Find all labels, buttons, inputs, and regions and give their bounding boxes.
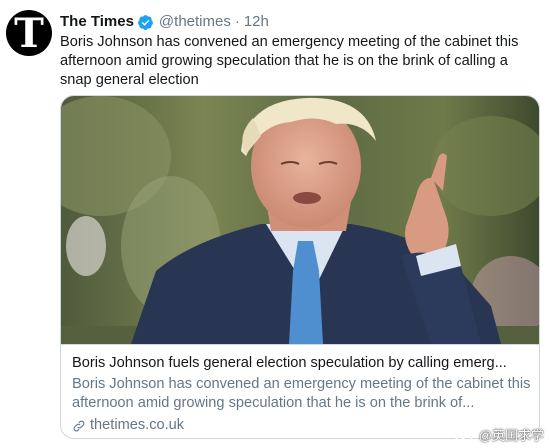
card-domain-text[interactable]: thetimes.co.uk [90,416,184,435]
card-divider [61,344,539,345]
tweet[interactable]: T The Times @thetimes · 12h Boris Johnso… [0,0,550,448]
card-description: Boris Johnson has convened an emergency … [72,376,531,411]
card-photo[interactable] [61,96,539,344]
card-title[interactable]: Boris Johnson fuels general election spe… [72,354,522,373]
card-body[interactable]: Boris Johnson fuels general election spe… [72,354,532,435]
display-name[interactable]: The Times [60,12,134,32]
link-card[interactable]: Boris Johnson fuels general election spe… [60,95,540,439]
weibo-icon [454,427,476,443]
separator-dot: · [234,13,240,30]
watermark: @英国求学 [454,425,544,444]
avatar-logo-letter: T [14,10,44,56]
tweet-text: Boris Johnson has convened an emergency … [60,34,519,88]
link-icon [73,420,85,431]
timestamp[interactable]: 12h [244,12,269,32]
tweet-header: The Times @thetimes · 12h [60,12,269,32]
verified-badge-icon [137,14,153,30]
watermark-text: @英国求学 [478,428,544,443]
handle[interactable]: @thetimes [159,12,231,32]
avatar[interactable]: T [6,10,52,56]
